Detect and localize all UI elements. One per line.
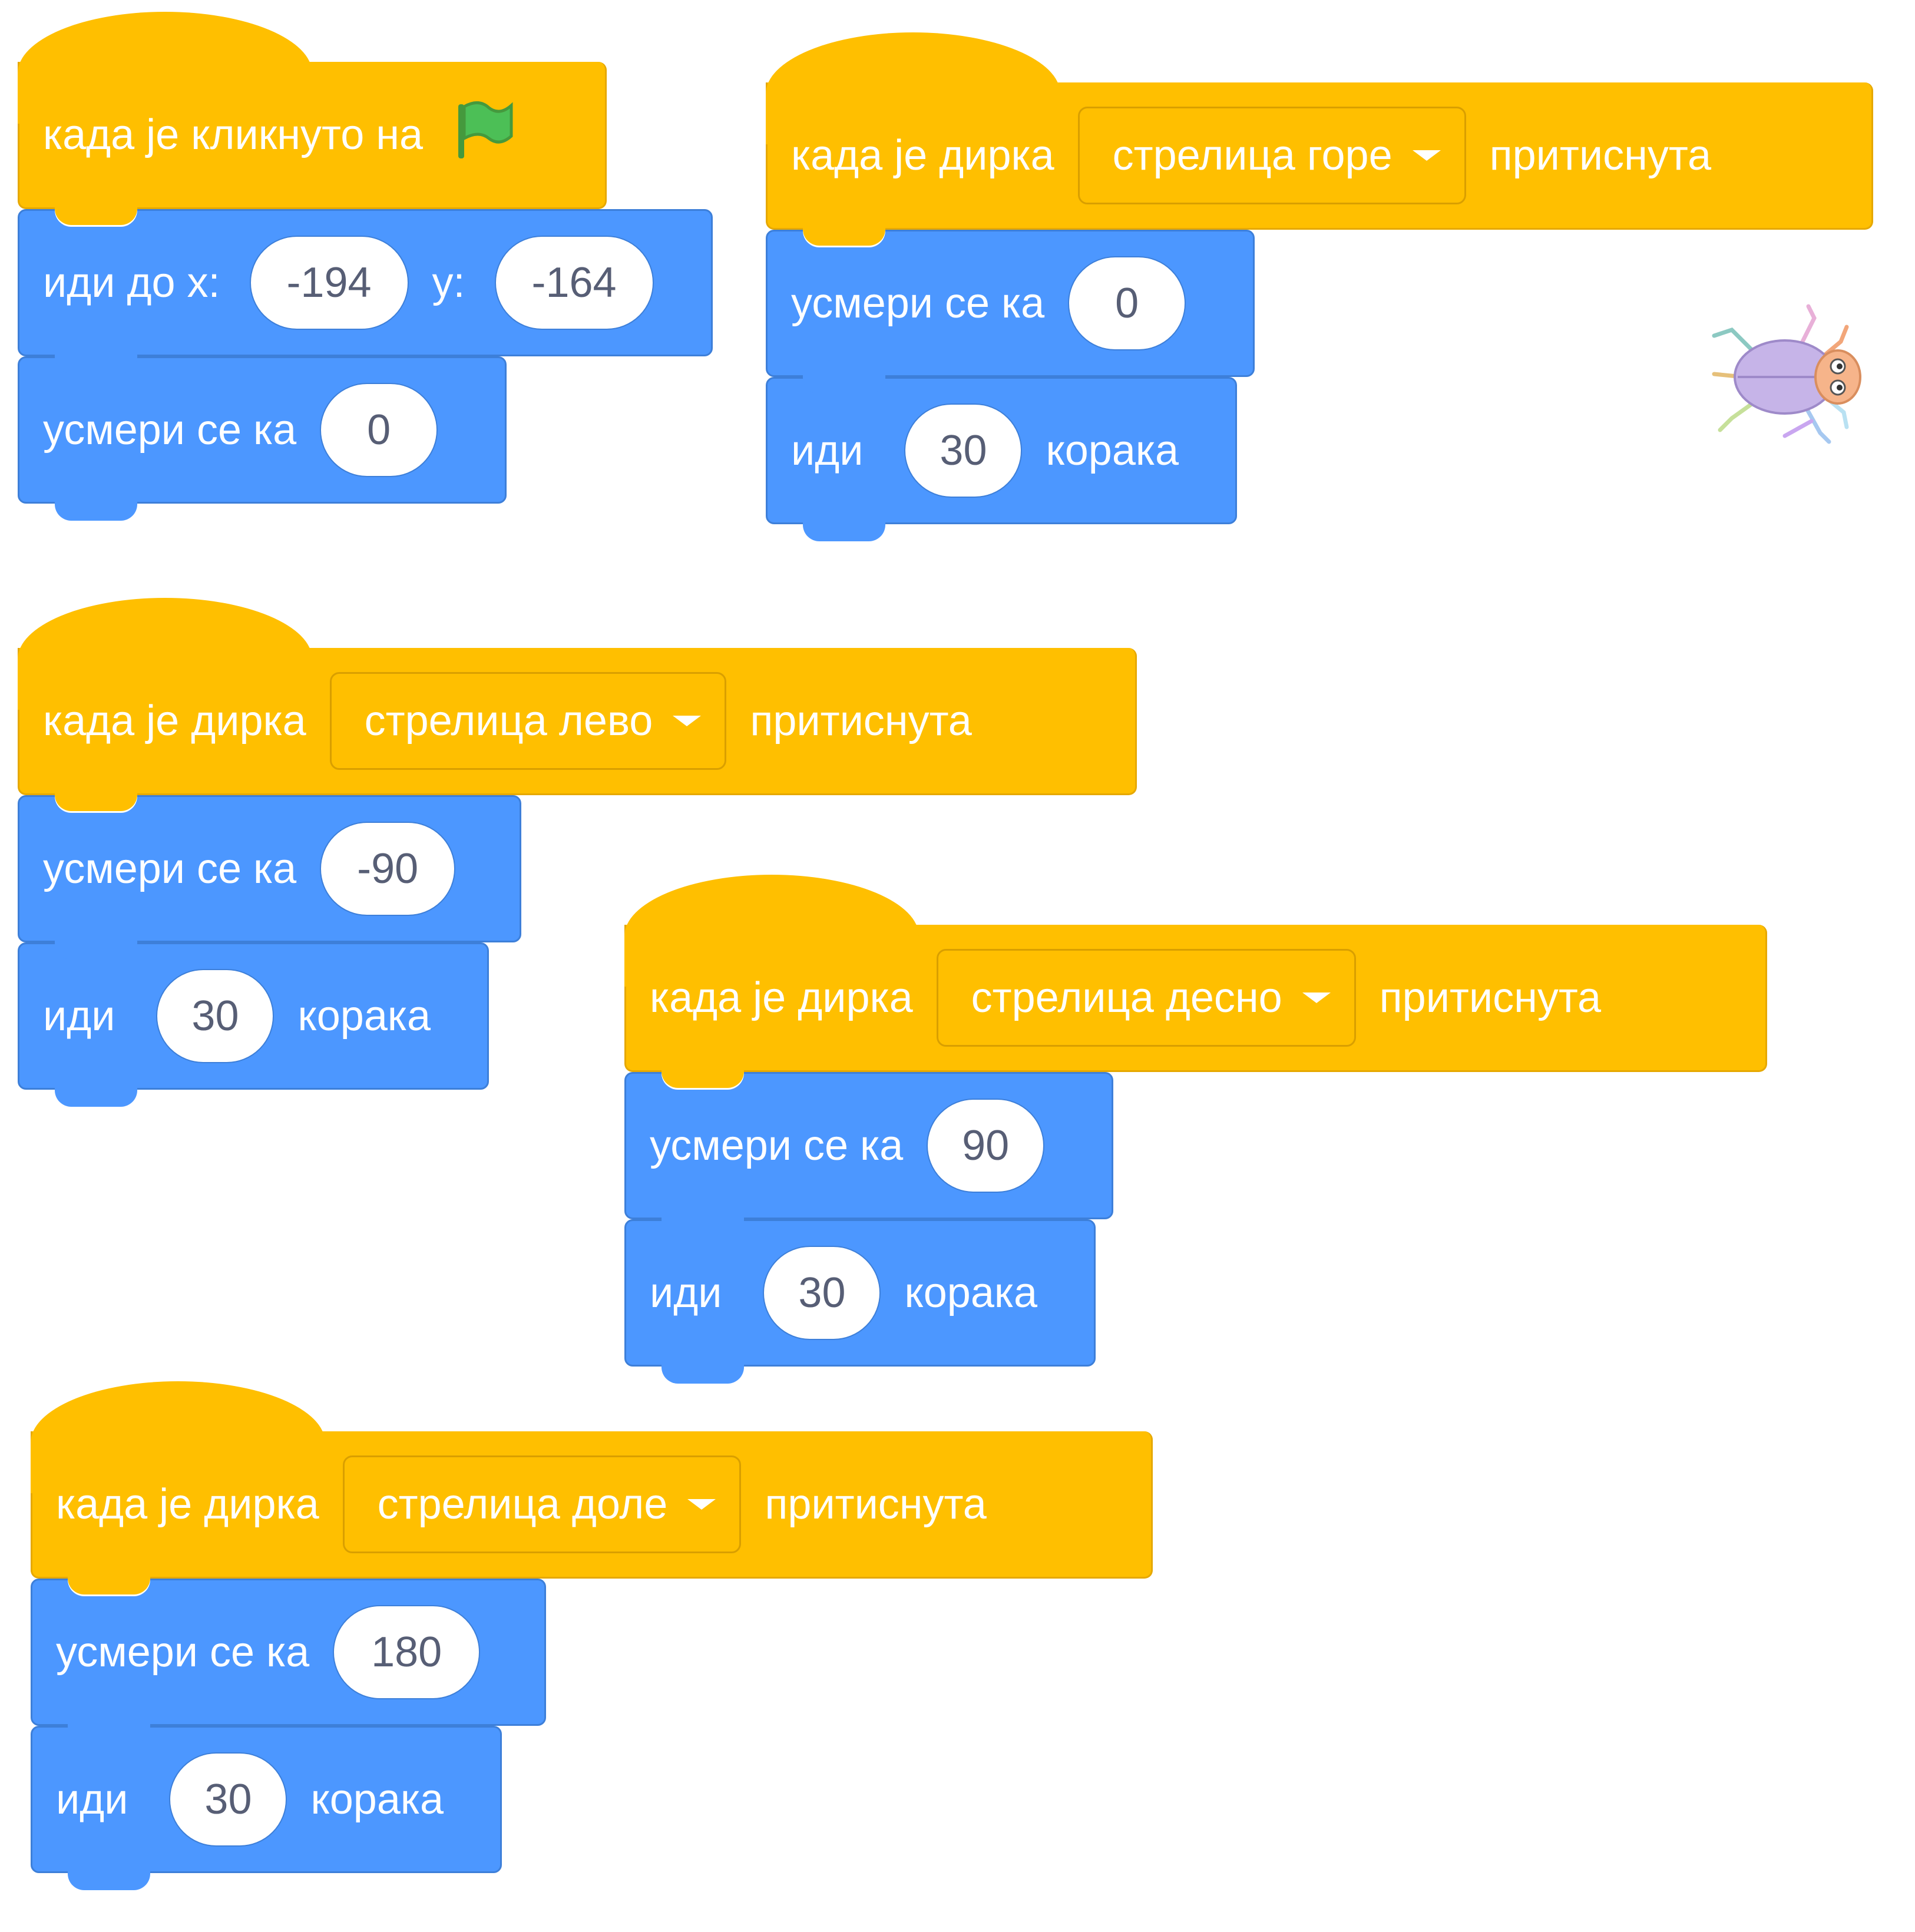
point-label: усмери се ка	[43, 845, 297, 892]
point-in-direction-block[interactable]: усмери се ка 90	[624, 1072, 1113, 1236]
key-dropdown[interactable]: стрелица горе	[1077, 106, 1466, 204]
move-steps-block[interactable]: иди 30 корака	[624, 1219, 1096, 1384]
when-key-pressed-block[interactable]: када је дирка стрелица лево притиснута	[18, 598, 1137, 811]
steps-input[interactable]: 30	[156, 969, 274, 1063]
caret-down-icon	[1302, 992, 1331, 1003]
hat-prefix: када је дирка	[43, 697, 306, 745]
key-value: стрелица лево	[364, 697, 653, 745]
when-key-pressed-block[interactable]: када је дирка стрелица десно притиснута	[624, 875, 1767, 1088]
beetle-sprite-icon	[1696, 300, 1873, 456]
key-value: стрелица горе	[1112, 131, 1393, 179]
move-suffix: корака	[904, 1269, 1038, 1316]
point-in-direction-block[interactable]: усмери се ка 180	[31, 1579, 546, 1743]
y-input[interactable]: -164	[494, 236, 654, 330]
move-label: иди	[56, 1776, 128, 1823]
direction-input[interactable]: -90	[320, 822, 456, 916]
caret-down-icon	[673, 715, 702, 726]
when-key-pressed-block[interactable]: када је дирка стрелица доле притиснута	[31, 1381, 1153, 1594]
hat-suffix: притиснута	[1489, 131, 1712, 179]
point-label: усмери се ка	[791, 280, 1045, 327]
move-steps-block[interactable]: иди 30 корака	[31, 1726, 502, 1890]
hat-label: када је кликнуто на	[43, 111, 424, 158]
goto-label: иди до x:	[43, 259, 220, 306]
move-suffix: корака	[297, 993, 431, 1040]
hat-suffix: притиснута	[750, 697, 972, 745]
move-suffix: корака	[310, 1776, 444, 1823]
key-dropdown[interactable]: стрелица доле	[342, 1455, 742, 1553]
key-dropdown[interactable]: стрелица лево	[329, 671, 727, 770]
move-label: иди	[791, 427, 864, 474]
green-flag-icon	[452, 97, 517, 172]
go-to-xy-block[interactable]: иди до x: -194 y: -164	[18, 209, 713, 373]
point-label: усмери се ка	[56, 1629, 310, 1676]
hat-prefix: када је дирка	[650, 974, 913, 1021]
steps-input[interactable]: 30	[763, 1246, 881, 1340]
move-label: иди	[43, 993, 115, 1040]
point-in-direction-block[interactable]: усмери се ка 0	[766, 230, 1255, 394]
when-flag-clicked-block[interactable]: када је кликнуто на	[18, 12, 607, 225]
steps-input[interactable]: 30	[169, 1752, 287, 1847]
hat-suffix: притиснута	[765, 1480, 987, 1528]
move-suffix: корака	[1046, 427, 1179, 474]
point-in-direction-block[interactable]: усмери се ка -90	[18, 795, 521, 960]
move-steps-block[interactable]: иди 30 корака	[766, 377, 1237, 541]
caret-down-icon	[1412, 150, 1441, 161]
direction-input[interactable]: 180	[333, 1605, 481, 1699]
key-value: стрелица доле	[377, 1480, 668, 1528]
point-in-direction-block[interactable]: усмери се ка 0	[18, 356, 507, 521]
direction-input[interactable]: 90	[927, 1099, 1045, 1193]
hat-prefix: када је дирка	[791, 131, 1054, 179]
steps-input[interactable]: 30	[904, 403, 1023, 498]
hat-suffix: притиснута	[1379, 974, 1602, 1021]
hat-prefix: када је дирка	[56, 1480, 319, 1528]
move-label: иди	[650, 1269, 722, 1316]
goto-y-label: y:	[432, 259, 465, 306]
key-value: стрелица десно	[971, 974, 1282, 1021]
direction-input[interactable]: 0	[320, 383, 438, 477]
key-dropdown[interactable]: стрелица десно	[936, 948, 1356, 1047]
direction-input[interactable]: 0	[1068, 256, 1186, 350]
x-input[interactable]: -194	[249, 236, 409, 330]
when-key-pressed-block[interactable]: када је дирка стрелица горе притиснута	[766, 32, 1873, 246]
caret-down-icon	[687, 1498, 716, 1510]
point-label: усмери се ка	[43, 406, 297, 454]
move-steps-block[interactable]: иди 30 корака	[18, 942, 489, 1107]
point-label: усмери се ка	[650, 1122, 904, 1169]
